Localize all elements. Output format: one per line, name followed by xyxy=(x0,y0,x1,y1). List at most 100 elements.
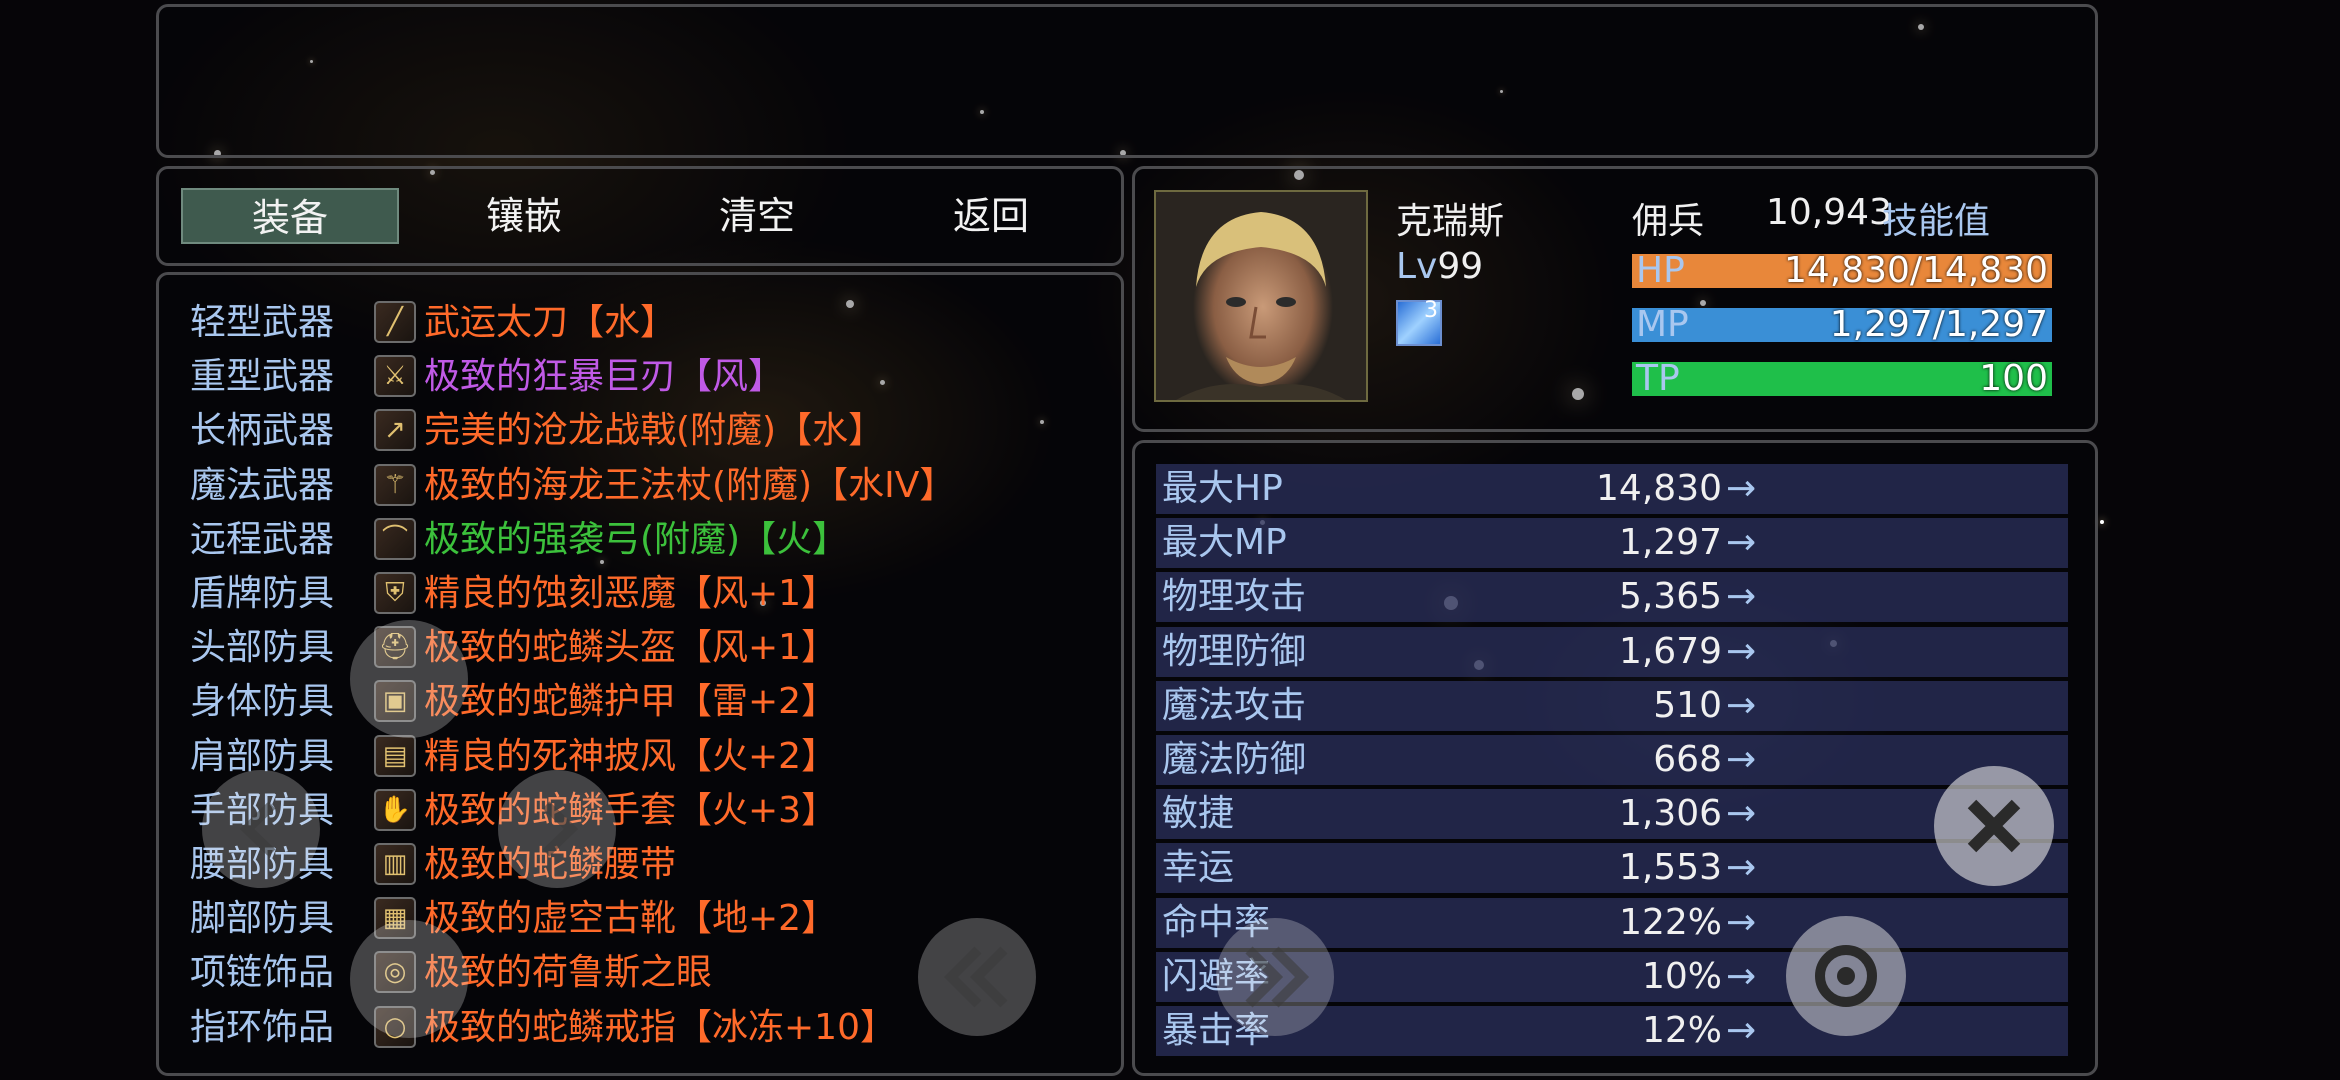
equipment-category: 长柄武器 xyxy=(190,410,335,452)
stat-row: 魔法防御 668 → xyxy=(1156,735,2068,785)
dpad-right-button[interactable] xyxy=(498,770,616,888)
arrow-right-icon: → xyxy=(1726,793,1757,835)
mp-value: 1,297/1,297 xyxy=(1829,304,2048,345)
level-prefix: Lv xyxy=(1396,246,1438,287)
close-icon xyxy=(1967,799,2021,853)
gloves-icon: ✋ xyxy=(374,788,416,831)
stat-row: 最大HP 14,830 → xyxy=(1156,464,2068,514)
skill-points-label: 技能值 xyxy=(1882,201,1991,242)
equipment-item-name: 极致的狂暴巨刃【风】 xyxy=(424,356,785,398)
dpad-left-button[interactable] xyxy=(202,770,320,888)
equipment-category: 远程武器 xyxy=(190,518,335,560)
equipment-category: 头部防具 xyxy=(190,627,335,669)
arrow-right-icon: → xyxy=(1726,955,1757,997)
equipment-category: 魔法武器 xyxy=(190,464,335,506)
equipment-item-name: 极致的蛇鳞戒指【冰冻+10】 xyxy=(424,1006,896,1048)
equipment-item-name: 完美的沧龙战戟(附魔)【水】 xyxy=(424,410,885,452)
equipment-row[interactable]: 腰部防具 ▥ 极致的蛇鳞腰带 xyxy=(190,838,1090,892)
stat-row: 最大MP 1,297 → xyxy=(1156,518,2068,569)
equipment-category: 脚部防具 xyxy=(190,898,335,940)
equipment-item-name: 极致的蛇鳞头盔【风+1】 xyxy=(424,627,838,669)
arrow-right-icon: → xyxy=(1726,522,1757,564)
tp-value: 100 xyxy=(1979,358,2048,399)
greatsword-icon: ⚔ xyxy=(374,355,416,398)
stat-row: 敏捷 1,306 → xyxy=(1156,789,2068,840)
stat-value: 5,365 xyxy=(1618,576,1722,618)
double-chevron-left-icon xyxy=(943,946,1008,1008)
skill-status-icon: 3 xyxy=(1396,298,1442,346)
stat-row: 物理攻击 5,365 → xyxy=(1156,572,2068,623)
staff-icon: ⚚ xyxy=(374,463,416,506)
confirm-button[interactable] xyxy=(1786,916,1906,1036)
stat-value: 668 xyxy=(1653,739,1722,780)
tab-clear[interactable]: 清空 xyxy=(648,188,866,244)
hp-value: 14,830/14,830 xyxy=(1783,250,2048,291)
equipment-row[interactable]: 身体防具 ▣ 极致的蛇鳞护甲【雷+2】 xyxy=(190,675,1090,729)
equipment-category: 盾牌防具 xyxy=(190,573,335,614)
stat-value: 1,679 xyxy=(1618,630,1722,672)
equipment-category: 项链饰品 xyxy=(190,952,335,994)
dpad-down-button[interactable] xyxy=(350,920,468,1038)
character-portrait xyxy=(1154,190,1368,402)
equipment-category: 重型武器 xyxy=(190,356,335,398)
tab-equip[interactable]: 装备 xyxy=(181,188,399,244)
arrow-right-icon: → xyxy=(1726,630,1757,672)
character-class: 佣兵 xyxy=(1632,201,1705,242)
equipment-item-name: 精良的死神披风【火+2】 xyxy=(424,735,838,777)
equipment-item-name: 武运太刀【水】 xyxy=(424,302,677,343)
stat-value: 1,553 xyxy=(1618,847,1722,889)
equipment-row[interactable]: 重型武器 ⚔ 极致的狂暴巨刃【风】 xyxy=(190,350,1090,404)
equipment-row[interactable]: 远程武器 ⌒ 极致的强袭弓(附魔)【火】 xyxy=(190,513,1090,567)
hp-label: HP xyxy=(1636,250,1685,291)
equipment-row[interactable]: 头部防具 ⛑ 极致的蛇鳞头盔【风+1】 xyxy=(190,621,1090,675)
equipment-category: 轻型武器 xyxy=(190,302,335,343)
stat-value: 510 xyxy=(1653,684,1722,726)
star xyxy=(2100,520,2104,524)
equipment-row[interactable]: 盾牌防具 ⛨ 精良的蚀刻恶魔【风+1】 xyxy=(190,567,1090,621)
skill-points-value: 10,943 xyxy=(1766,192,1892,233)
arrow-right-icon: → xyxy=(1726,739,1757,780)
arrow-right-icon: → xyxy=(1726,576,1757,618)
arrow-right-icon: → xyxy=(1726,1010,1757,1051)
message-panel xyxy=(156,4,2098,158)
arrow-right-icon: → xyxy=(1726,684,1757,726)
cancel-button[interactable] xyxy=(1934,766,2054,886)
hp-bar: HP 14,830/14,830 xyxy=(1632,250,2052,291)
level-display: Lv99 xyxy=(1396,246,1483,287)
equipment-item-name: 极致的海龙王法杖(附魔)【水IV】 xyxy=(424,464,956,506)
tab-socket[interactable]: 镶嵌 xyxy=(415,188,633,244)
equipment-row[interactable]: 手部防具 ✋ 极致的蛇鳞手套【火+3】 xyxy=(190,784,1090,838)
level-value: 99 xyxy=(1437,246,1484,287)
character-name: 克瑞斯 xyxy=(1396,201,1505,242)
dpad-up-button[interactable] xyxy=(350,620,468,738)
tp-bar: TP 100 xyxy=(1632,358,2052,399)
chevron-left-icon xyxy=(239,801,276,857)
skill-badge: 3 xyxy=(1424,298,1438,323)
stat-row: 魔法攻击 510 → xyxy=(1156,680,2068,731)
cloak-icon: ▤ xyxy=(374,734,416,777)
tp-label: TP xyxy=(1636,358,1680,399)
shield-icon: ⛨ xyxy=(374,572,416,614)
double-chevron-right-icon xyxy=(1245,946,1310,1008)
belt-icon: ▥ xyxy=(374,843,416,885)
page-prev-button[interactable] xyxy=(918,918,1036,1036)
stat-row: 幸运 1,553 → xyxy=(1156,843,2068,894)
equipment-item-name: 精良的蚀刻恶魔【风+1】 xyxy=(424,573,838,614)
equipment-category: 身体防具 xyxy=(190,681,335,723)
arrow-right-icon: → xyxy=(1726,847,1757,889)
equipment-row[interactable]: 肩部防具 ▤ 精良的死神披风【火+2】 xyxy=(190,730,1090,784)
equipment-item-name: 极致的蛇鳞手套【火+3】 xyxy=(424,789,838,831)
equipment-item-name: 极致的蛇鳞护甲【雷+2】 xyxy=(424,681,838,723)
stat-value: 14,830 xyxy=(1596,468,1722,509)
equipment-row[interactable]: 轻型武器 ╱ 武运太刀【水】 xyxy=(190,296,1090,350)
arrow-right-icon: → xyxy=(1726,468,1757,509)
tab-back[interactable]: 返回 xyxy=(882,188,1100,244)
equipment-item-name: 极致的虚空古靴【地+2】 xyxy=(424,898,838,940)
chevron-right-icon xyxy=(542,801,579,857)
equipment-row[interactable]: 长柄武器 ↗ 完美的沧龙战戟(附魔)【水】 xyxy=(190,404,1090,458)
page-next-button[interactable] xyxy=(1216,918,1334,1036)
equipment-row[interactable]: 魔法武器 ⚚ 极致的海龙王法杖(附魔)【水IV】 xyxy=(190,459,1090,513)
mp-bar: MP 1,297/1,297 xyxy=(1632,304,2052,345)
equipment-item-name: 极致的强袭弓(附魔)【火】 xyxy=(424,518,849,560)
bow-icon: ⌒ xyxy=(374,517,416,560)
